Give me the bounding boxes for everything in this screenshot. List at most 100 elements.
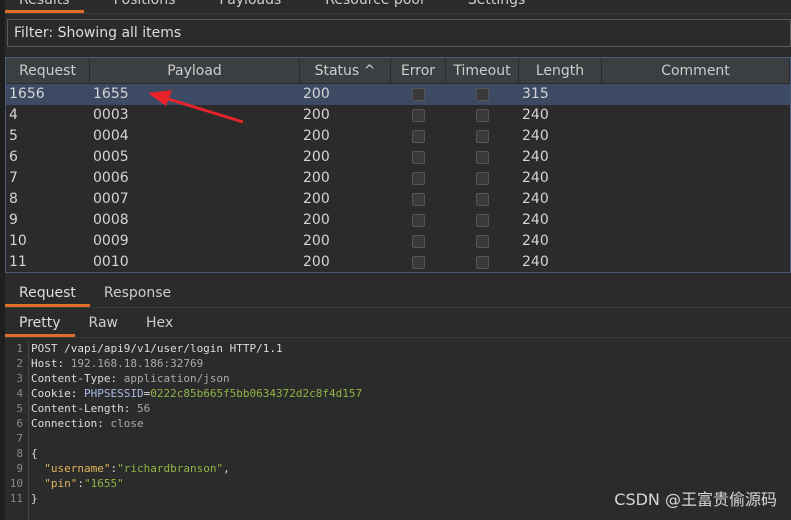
cell-status: 200 bbox=[303, 212, 330, 228]
table-row[interactable]: 9 0008 200 240 bbox=[6, 210, 790, 231]
watermark: CSDN @王富贵偷源码 bbox=[614, 490, 777, 509]
cell-comment bbox=[602, 105, 790, 126]
error-checkbox bbox=[412, 172, 425, 185]
tab-raw[interactable]: Raw bbox=[75, 310, 132, 337]
code-token: Host: bbox=[31, 357, 71, 370]
table-row[interactable]: 5 0004 200 240 bbox=[6, 126, 790, 147]
cell-comment bbox=[602, 189, 790, 210]
code-line: 4 Cookie: PHPSESSID=0222c85b665f5bb063437… bbox=[5, 386, 791, 401]
line-number: 10 bbox=[9, 477, 23, 490]
tab-payloads[interactable]: Payloads bbox=[205, 0, 295, 13]
error-checkbox bbox=[412, 235, 425, 248]
code-line: 7 bbox=[5, 431, 791, 446]
code-text: } bbox=[25, 491, 38, 506]
error-checkbox bbox=[412, 109, 425, 122]
cell-payload: 0008 bbox=[93, 212, 129, 228]
table-row[interactable]: 6 0005 200 240 bbox=[6, 147, 790, 168]
cell-payload: 0007 bbox=[93, 191, 129, 207]
col-payload[interactable]: Payload bbox=[90, 58, 300, 83]
timeout-checkbox bbox=[476, 172, 489, 185]
code-token: 192.168.18.186:32769 bbox=[70, 357, 204, 370]
code-text: { bbox=[25, 446, 38, 461]
tab-settings[interactable]: Settings bbox=[454, 0, 539, 13]
tab-response[interactable]: Response bbox=[90, 280, 185, 307]
code-token: { bbox=[31, 447, 38, 460]
line-number: 5 bbox=[16, 402, 23, 415]
cell-status: 200 bbox=[303, 233, 330, 249]
cell-length: 315 bbox=[522, 86, 549, 102]
timeout-checkbox bbox=[476, 235, 489, 248]
code-line: 8{ bbox=[5, 446, 791, 461]
error-checkbox bbox=[412, 88, 425, 101]
col-timeout[interactable]: Timeout bbox=[446, 58, 519, 83]
table-row[interactable]: 8 0007 200 240 bbox=[6, 189, 790, 210]
cell-error bbox=[391, 126, 446, 147]
col-request[interactable]: Request bbox=[6, 58, 90, 83]
cell-request: 9 bbox=[9, 212, 18, 228]
error-checkbox bbox=[412, 214, 425, 227]
error-checkbox bbox=[412, 256, 425, 269]
cell-status: 200 bbox=[303, 170, 330, 186]
tab-hex[interactable]: Hex bbox=[132, 310, 187, 337]
cell-payload: 0005 bbox=[93, 149, 129, 165]
cell-status: 200 bbox=[303, 149, 330, 165]
code-token: "username" bbox=[44, 462, 111, 475]
cell-status: 200 bbox=[303, 107, 330, 123]
cell-error bbox=[391, 210, 446, 231]
cell-request: 1656 bbox=[9, 86, 45, 102]
cell-request: 10 bbox=[9, 233, 27, 249]
table-row[interactable]: 7 0006 200 240 bbox=[6, 168, 790, 189]
code-token: "pin" bbox=[44, 477, 78, 490]
code-token: Content-Type: bbox=[31, 372, 124, 385]
cell-comment bbox=[602, 168, 790, 189]
code-token: "richardbranson" bbox=[117, 462, 224, 475]
tab-request[interactable]: Request bbox=[5, 280, 90, 307]
cell-status: 200 bbox=[303, 86, 330, 102]
cell-comment bbox=[602, 252, 790, 272]
tab-results[interactable]: Results bbox=[5, 0, 84, 13]
cell-length: 240 bbox=[522, 233, 549, 249]
table-row[interactable]: 4 0003 200 240 bbox=[6, 105, 790, 126]
code-line: 3 Content-Type: application/json bbox=[5, 371, 791, 386]
cell-request: 8 bbox=[9, 191, 18, 207]
table-row[interactable]: 1656 1655 200 315 bbox=[6, 84, 790, 105]
line-number: 8 bbox=[16, 447, 23, 460]
cell-comment bbox=[602, 147, 790, 168]
filter-bar[interactable]: Filter: Showing all items bbox=[7, 19, 791, 47]
tab-resource-pool[interactable]: Resource pool bbox=[311, 0, 438, 13]
timeout-checkbox bbox=[476, 193, 489, 206]
table-row[interactable]: 10 0009 200 240 bbox=[6, 231, 790, 252]
code-token: POST /vapi/api9/v1/user/login HTTP/1.1 bbox=[31, 342, 283, 355]
code-line: 9 "username":"richardbranson", bbox=[5, 461, 791, 476]
cell-request: 4 bbox=[9, 107, 18, 123]
col-error[interactable]: Error bbox=[391, 58, 446, 83]
cell-request: 6 bbox=[9, 149, 18, 165]
code-text: Host: 192.168.18.186:32769 bbox=[25, 356, 203, 371]
cell-error bbox=[391, 147, 446, 168]
code-text: "pin":"1655" bbox=[25, 476, 124, 491]
col-status[interactable]: Status ^ bbox=[300, 58, 391, 83]
cell-error bbox=[391, 168, 446, 189]
cell-length: 240 bbox=[522, 149, 549, 165]
col-length[interactable]: Length bbox=[519, 58, 602, 83]
line-number: 9 bbox=[16, 462, 23, 475]
cell-error bbox=[391, 231, 446, 252]
line-number: 3 bbox=[16, 372, 23, 385]
table-header: Request Payload Status ^ Error Timeout L… bbox=[6, 58, 790, 84]
col-comment[interactable]: Comment bbox=[602, 58, 790, 83]
code-line: 2 Host: 192.168.18.186:32769 bbox=[5, 356, 791, 371]
code-text: POST /vapi/api9/v1/user/login HTTP/1.1 bbox=[25, 341, 283, 356]
cell-payload: 1655 bbox=[93, 86, 129, 102]
line-number: 7 bbox=[16, 432, 23, 445]
table-row[interactable]: 11 0010 200 240 bbox=[6, 252, 790, 272]
request-response-tabs: Request Response bbox=[5, 280, 791, 308]
tab-positions[interactable]: Positions bbox=[100, 0, 190, 13]
code-line: 6 Connection: close bbox=[5, 416, 791, 431]
cell-timeout bbox=[446, 126, 519, 147]
cell-status: 200 bbox=[303, 191, 330, 207]
code-token: } bbox=[31, 492, 38, 505]
tab-pretty[interactable]: Pretty bbox=[5, 310, 75, 337]
cell-length: 240 bbox=[522, 212, 549, 228]
